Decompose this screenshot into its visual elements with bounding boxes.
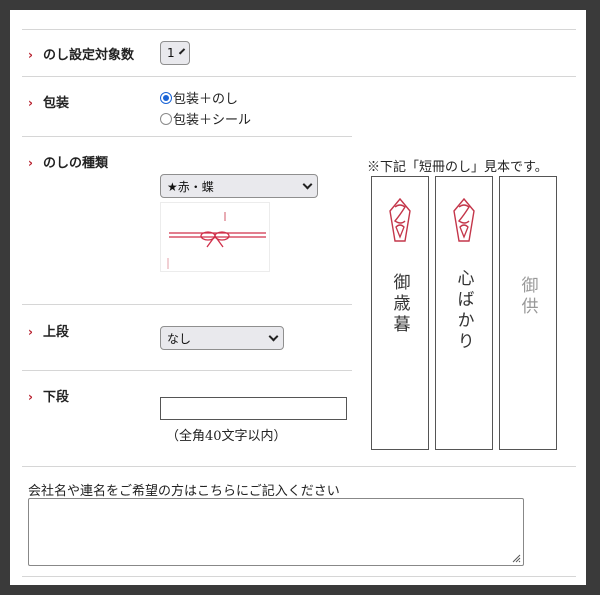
divider — [22, 370, 352, 371]
sample-card-text: 御供 — [517, 276, 538, 318]
divider — [22, 29, 576, 30]
lower-text-input[interactable] — [160, 397, 347, 420]
wrapping-option-noshi[interactable]: 包装＋のし — [160, 88, 238, 107]
wrapping-option-seal[interactable]: 包装＋シール — [160, 109, 251, 128]
resize-grip-icon[interactable] — [511, 553, 521, 563]
count-label: › のし設定対象数 — [28, 44, 134, 63]
sample-card-text: 心ばかり — [453, 269, 474, 353]
lower-label-text: 下段 — [42, 390, 69, 405]
chevron-right-icon: › — [28, 390, 33, 404]
noshi-crest-icon — [453, 197, 475, 242]
chevron-right-icon: › — [28, 325, 33, 339]
noshi-crest-icon — [389, 197, 411, 242]
company-label: 会社名や連名をご希望の方はこちらにご記入ください — [28, 484, 340, 499]
lower-hint: （全角40文字以内） — [166, 429, 287, 444]
noshi-settings-panel: › のし設定対象数 1 › 包装 包装＋のし 包装＋シール › のしの種類 ★赤・蝶 — [10, 10, 586, 585]
noshi-preview-image — [160, 202, 270, 272]
type-select-value: ★赤・蝶 — [167, 179, 214, 194]
lower-label: › 下段 — [28, 386, 69, 405]
chevron-down-icon — [178, 47, 186, 55]
sample-caption: ※下記「短冊のし」見本です。 — [367, 160, 548, 175]
count-select[interactable]: 1 — [160, 41, 190, 65]
divider — [22, 136, 352, 137]
divider — [22, 466, 576, 467]
type-label-text: のしの種類 — [42, 156, 108, 171]
chevron-down-icon — [302, 179, 313, 189]
count-select-value: 1 — [167, 46, 175, 60]
upper-label-text: 上段 — [42, 325, 69, 340]
divider — [22, 76, 576, 77]
wrapping-option-label: 包装＋シール — [173, 113, 252, 128]
sample-card-osonae: 御供 — [499, 176, 557, 450]
radio-checked[interactable] — [160, 91, 172, 104]
sample-card-kokorobakari: 心ばかり — [435, 176, 493, 450]
upper-select-value: なし — [167, 331, 192, 346]
count-label-text: のし設定対象数 — [42, 48, 134, 63]
type-label: › のしの種類 — [28, 152, 108, 171]
upper-label: › 上段 — [28, 321, 69, 340]
wrapping-option-label: 包装＋のし — [173, 92, 239, 107]
chevron-right-icon: › — [28, 156, 33, 170]
divider — [22, 304, 352, 305]
upper-select[interactable]: なし — [160, 326, 284, 350]
chevron-down-icon — [268, 331, 279, 341]
wrapping-label: › 包装 — [28, 92, 69, 111]
sample-card-text: 御歳暮 — [389, 272, 410, 336]
sample-card-oseibo: 御歳暮 — [371, 176, 429, 450]
divider — [22, 576, 576, 577]
type-select[interactable]: ★赤・蝶 — [160, 174, 318, 198]
chevron-right-icon: › — [28, 96, 33, 110]
chevron-right-icon: › — [28, 48, 33, 62]
wrapping-label-text: 包装 — [42, 96, 69, 111]
radio-unchecked[interactable] — [160, 112, 172, 125]
company-textarea[interactable] — [28, 498, 524, 566]
